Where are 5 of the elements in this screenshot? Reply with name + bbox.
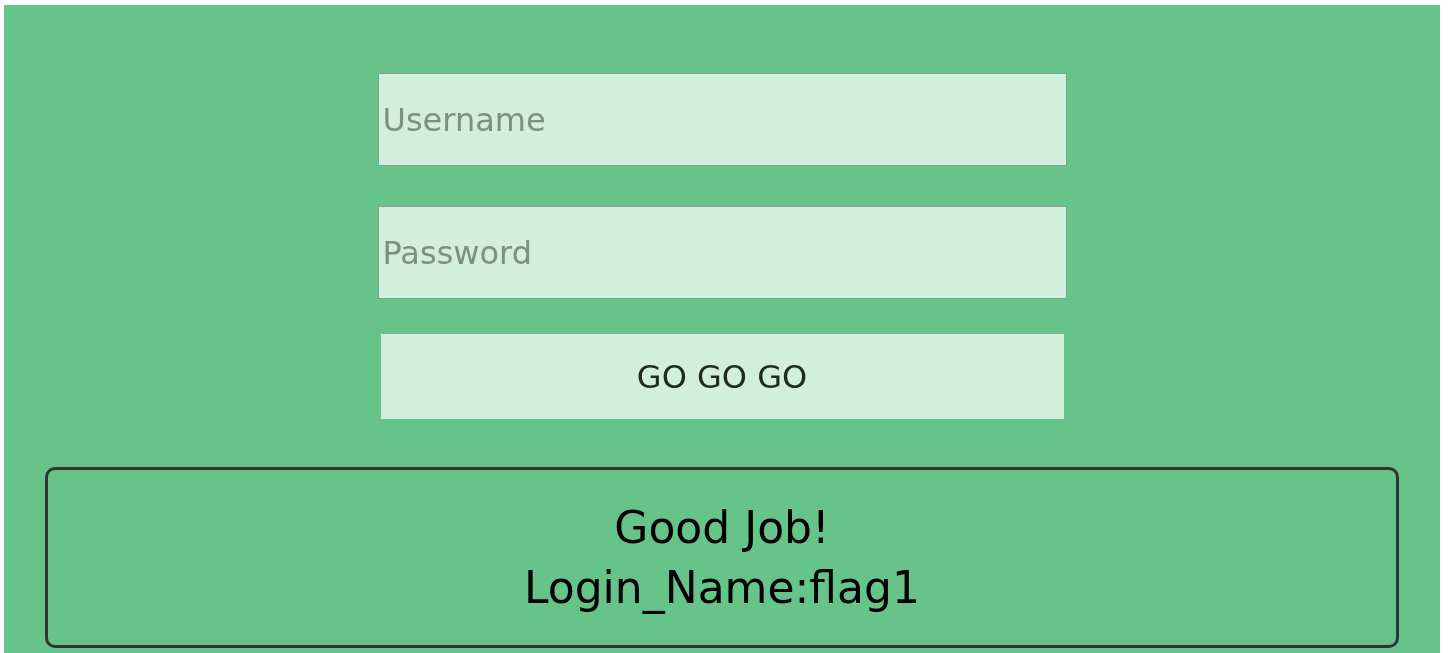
result-text: Login_Name:flag1 xyxy=(524,560,920,616)
password-field[interactable]: Password xyxy=(377,206,1067,299)
username-field[interactable]: Username xyxy=(377,73,1067,166)
submit-button[interactable]: GO GO GO xyxy=(380,334,1064,419)
result-text: Good Job! xyxy=(614,500,830,555)
